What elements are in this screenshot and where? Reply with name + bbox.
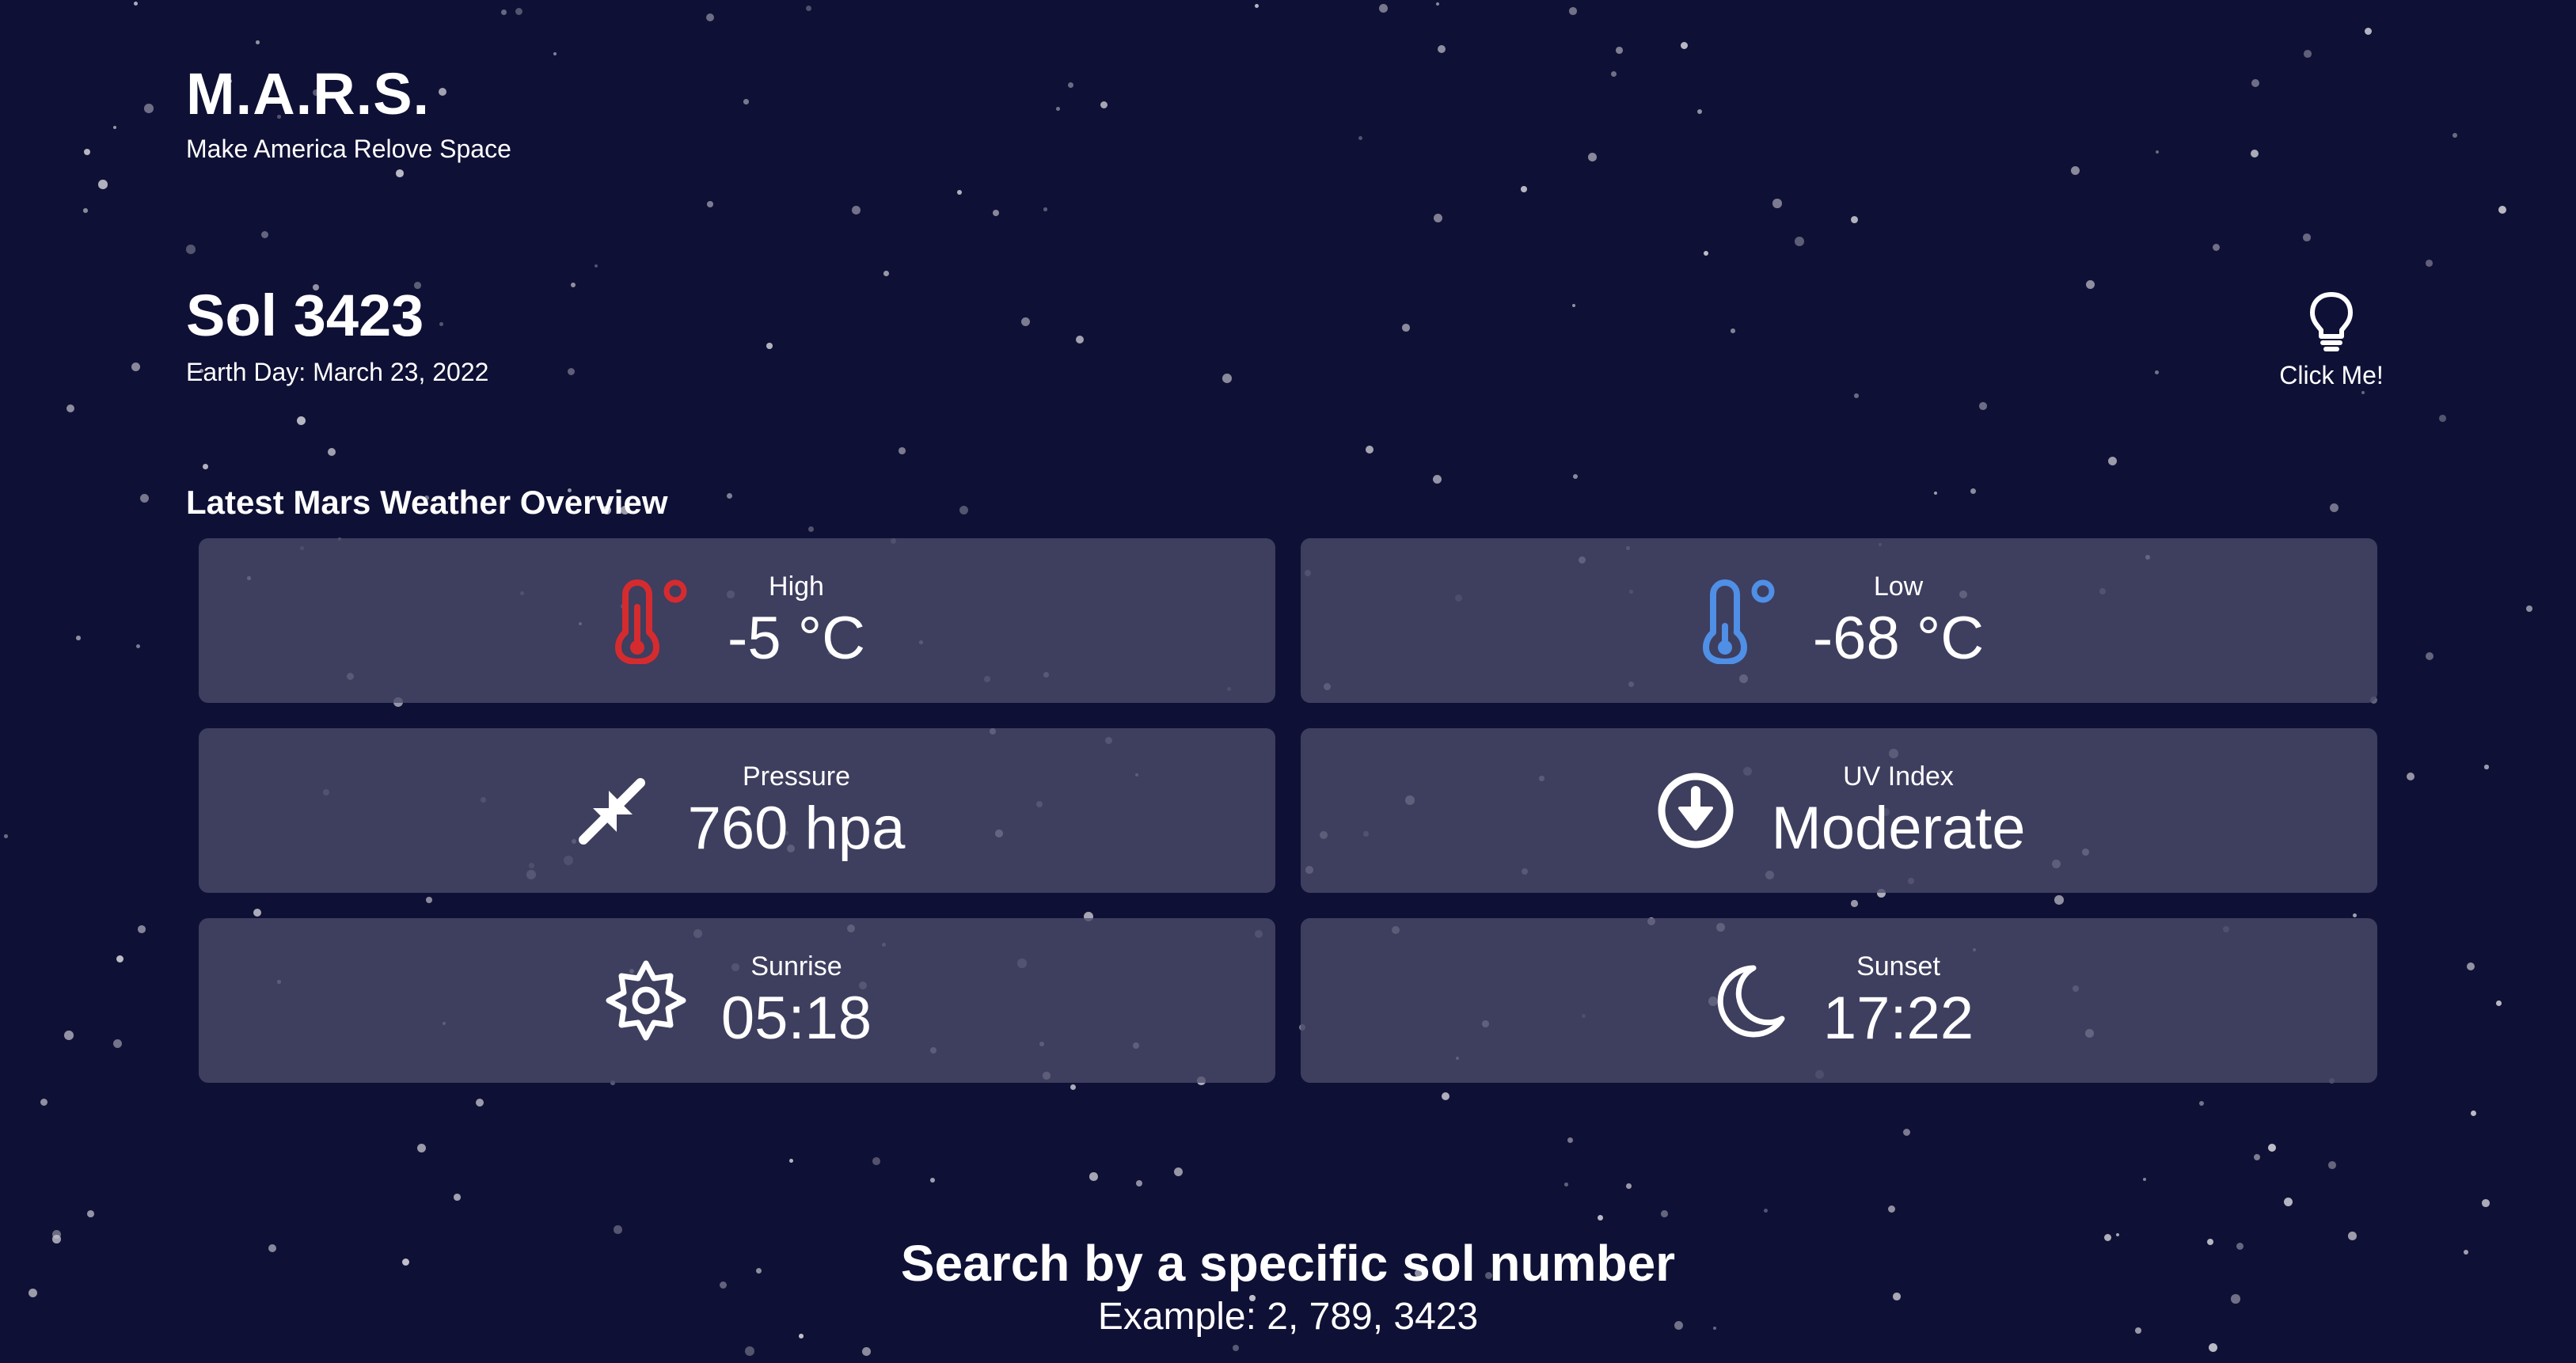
moon-icon [1704, 957, 1791, 1044]
thermometer-cold-icon [1694, 577, 1781, 664]
overview-title: Latest Mars Weather Overview [186, 484, 668, 521]
high-label: High [769, 571, 824, 602]
sol-title: Sol 3423 [186, 283, 424, 348]
click-me-label: Click Me! [2279, 361, 2384, 389]
brand-title: M.A.R.S. [186, 61, 431, 127]
low-value: -68 °C [1812, 604, 1985, 672]
pressure-label: Pressure [742, 761, 851, 792]
weather-card-high: High -5 °C [199, 538, 1275, 703]
sunrise-label: Sunrise [750, 951, 842, 982]
sunset-value: 17:22 [1822, 984, 1974, 1052]
weather-card-sunrise: Sunrise 05:18 [199, 918, 1275, 1083]
uv-index-label: UV Index [1843, 761, 1954, 792]
thermometer-hot-icon [606, 577, 693, 664]
pressure-value: 760 hpa [687, 794, 906, 862]
weather-card-low: Low -68 °C [1301, 538, 2377, 703]
weather-card-pressure: Pressure 760 hpa [199, 728, 1275, 893]
high-value: -5 °C [728, 604, 865, 672]
weather-card-sunset: Sunset 17:22 [1301, 918, 2377, 1083]
click-me-button[interactable]: Click Me! [2264, 291, 2399, 388]
sunset-label: Sunset [1856, 951, 1940, 982]
search-example: Example: 2, 789, 3423 [1097, 1296, 1479, 1338]
weather-card-uv-index: UV Index Moderate [1301, 728, 2377, 893]
lightbulb-icon [2310, 292, 2353, 351]
sun-icon [602, 957, 690, 1044]
arrow-circle-down-icon [1652, 767, 1739, 854]
uv-index-value: Moderate [1771, 794, 2026, 862]
brand-tagline: Make America Relove Space [186, 135, 511, 163]
low-label: Low [1873, 571, 1924, 602]
earth-day-date: Earth Day: March 23, 2022 [186, 358, 489, 386]
sunrise-value: 05:18 [720, 984, 872, 1052]
search-heading: Search by a specific sol number [900, 1235, 1676, 1292]
compress-arrows-icon [569, 767, 656, 854]
page-content: M.A.R.S. Make America Relove Space Sol 3… [0, 0, 2576, 1363]
